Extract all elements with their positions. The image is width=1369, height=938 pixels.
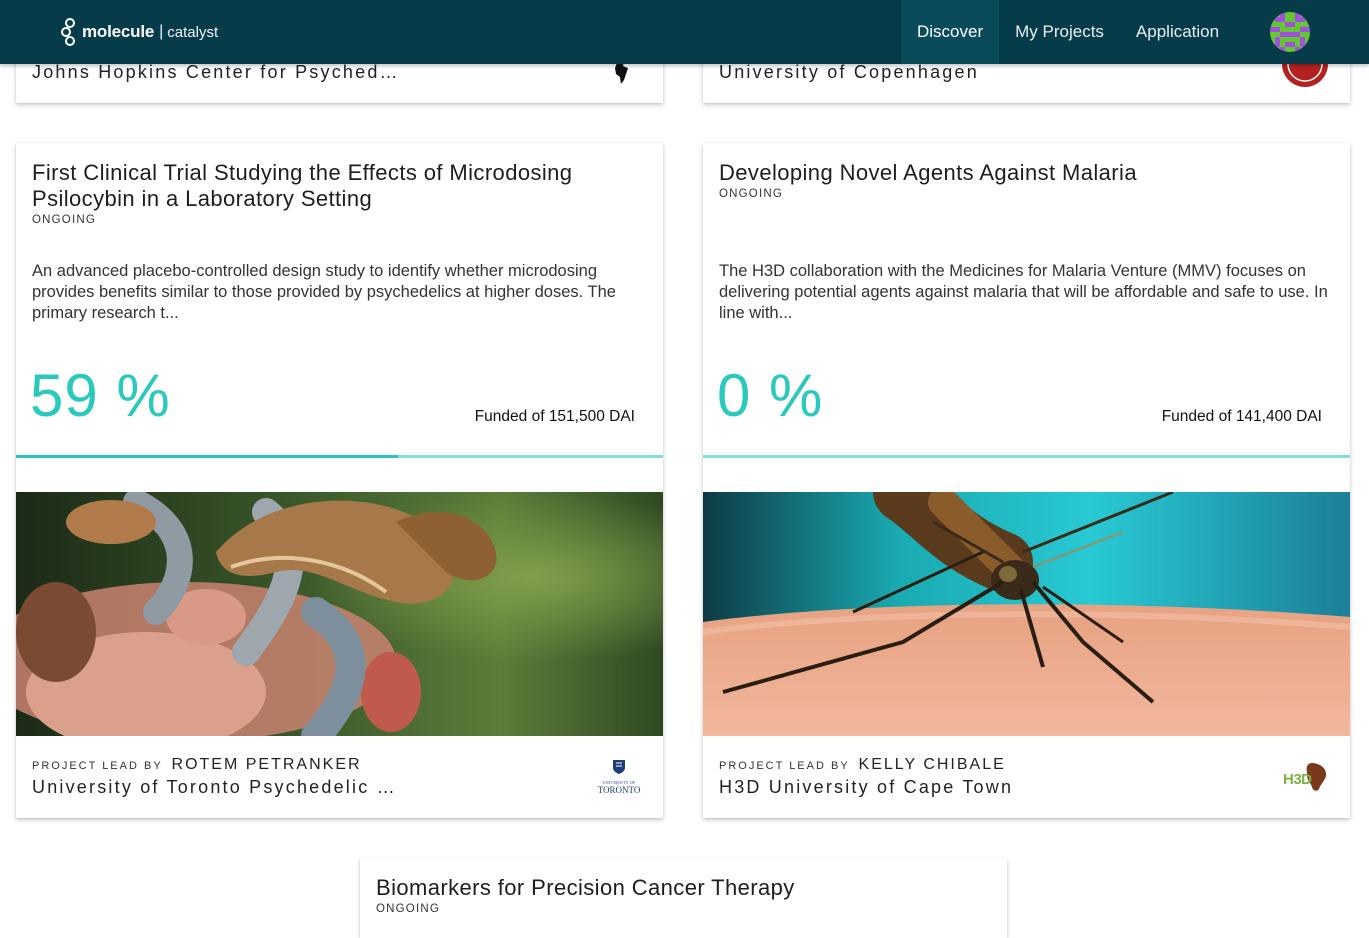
molecule-logo-icon [61,18,75,46]
project-title[interactable]: Biomarkers for Precision Cancer Therapy [376,875,991,901]
project-lead: PROJECT LEAD BY ROTEM PETRANKER [32,756,362,774]
project-status: ONGOING [719,188,783,200]
project-status: ONGOING [376,903,440,915]
mushrooms-photo [16,492,663,736]
h3d-logo: H3D [1281,761,1329,795]
funded-percent: 59 % [30,362,171,429]
nav-links: Discover My Projects Application [901,0,1235,64]
lead-label: PROJECT LEAD BY [32,760,163,772]
mosquito-photo [703,492,1350,736]
nav-my-projects[interactable]: My Projects [999,0,1120,64]
project-card[interactable]: Biomarkers for Precision Cancer Therapy … [360,858,1007,938]
funding-progress-fill [16,455,398,458]
brand-subtitle: catalyst [167,23,219,41]
project-status: ONGOING [32,214,96,226]
funding-progress-bar [16,455,663,458]
top-navbar: molecule | catalyst Discover My Projects… [0,0,1369,64]
project-description: An advanced placebo-controlled design st… [32,262,616,322]
funded-percent: 0 % [717,362,824,429]
funding-progress-bar [703,455,1350,458]
nav-discover[interactable]: Discover [901,0,1000,64]
project-image [703,492,1350,736]
funded-amount: Funded of 141,400 DAI [1161,408,1322,425]
user-avatar[interactable] [1270,12,1310,52]
lead-name[interactable]: ROTEM PETRANKER [172,756,362,773]
lead-label: PROJECT LEAD BY [719,760,850,772]
lead-org: University of Copenhagen [719,62,979,82]
project-card[interactable]: First Clinical Trial Studying the Effect… [16,143,663,818]
brand-separator: | [159,23,164,40]
brand-name: molecule [82,22,155,41]
project-lead: PROJECT LEAD BY KELLY CHIBALE [719,756,1006,774]
university-of-toronto-logo: UNIVERSITY OF TORONTO [594,759,644,795]
project-card[interactable]: Developing Novel Agents Against Malaria … [703,143,1350,818]
lead-org: University of Toronto Psychedelic … [32,777,397,797]
lead-org: Johns Hopkins Center for Psyched… [32,62,400,82]
funded-amount: Funded of 151,500 DAI [474,408,635,425]
logo-text: H3D [1283,771,1312,788]
brand-logo[interactable]: molecule | catalyst [60,16,218,48]
nav-application[interactable]: Application [1120,0,1235,64]
lead-org: H3D University of Cape Town [719,777,1014,797]
lead-name[interactable]: KELLY CHIBALE [859,756,1006,773]
logo-text-bottom: TORONTO [597,785,641,795]
project-description: The H3D collaboration with the Medicines… [719,262,1328,322]
crest-icon [613,760,625,774]
identicon-avatar-icon [1270,12,1310,52]
project-title[interactable]: First Clinical Trial Studying the Effect… [32,160,647,212]
project-image [16,492,663,736]
project-title[interactable]: Developing Novel Agents Against Malaria [719,160,1334,186]
